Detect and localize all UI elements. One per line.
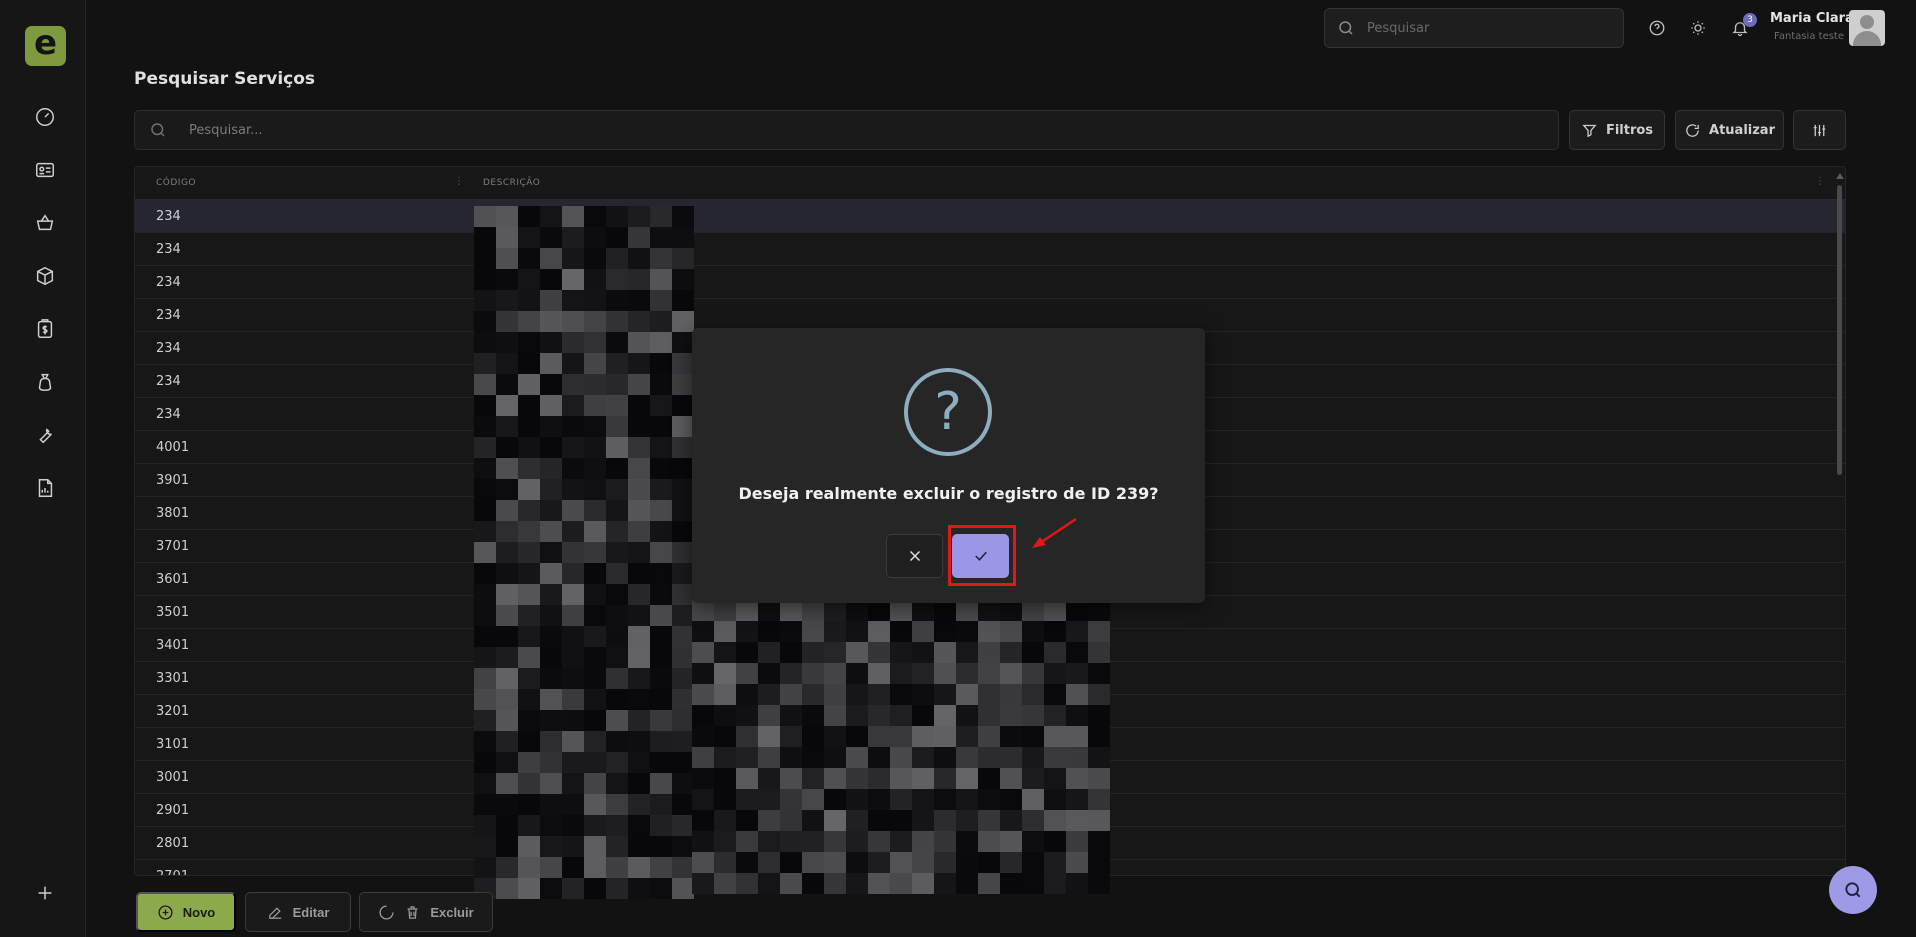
edit-button[interactable]: Editar	[245, 892, 351, 932]
avatar[interactable]	[1849, 10, 1885, 46]
logo-letter: e	[33, 23, 58, 63]
row-code: 234	[156, 407, 181, 422]
id-card-icon[interactable]	[32, 157, 58, 183]
column-resize-icon[interactable]: ⋮	[454, 176, 465, 187]
table-row[interactable]: 234	[135, 200, 1845, 233]
box-icon[interactable]	[32, 263, 58, 289]
notifications-badge: 3	[1743, 13, 1757, 27]
row-code: 234	[156, 341, 181, 356]
row-code: 3001	[156, 770, 190, 785]
trash-icon	[407, 905, 418, 919]
row-code: 3301	[156, 671, 190, 686]
user-name[interactable]: Maria Clara	[1770, 11, 1854, 26]
redacted-description-column	[474, 206, 694, 899]
row-code: 2801	[156, 836, 190, 851]
annotation-arrow-icon	[1032, 517, 1077, 548]
help-icon[interactable]	[1646, 17, 1668, 39]
loading-spinner-icon	[379, 904, 394, 920]
confirm-highlight-box	[948, 525, 1016, 586]
report-icon[interactable]	[32, 475, 58, 501]
plus-icon[interactable]	[32, 880, 58, 906]
page-title: Pesquisar Serviços	[134, 69, 316, 89]
row-code: 3401	[156, 638, 190, 653]
floating-search-button[interactable]	[1829, 866, 1877, 914]
notifications-bell-icon[interactable]: 3	[1729, 13, 1757, 39]
table-row[interactable]: 234	[135, 233, 1845, 266]
row-code: 234	[156, 374, 181, 389]
search-icon	[1845, 882, 1861, 898]
invoice-icon[interactable]	[32, 316, 58, 342]
row-code: 3801	[156, 506, 190, 521]
plus-circle-icon	[158, 904, 173, 920]
table-header: CÓDIGO ⋮ DESCRIÇÃO ⋮	[135, 167, 1845, 200]
theme-sun-icon[interactable]	[1687, 17, 1709, 39]
wrench-icon[interactable]	[32, 422, 58, 448]
dialog-message: Deseja realmente excluir o registro de I…	[738, 484, 1159, 503]
row-code: 3601	[156, 572, 190, 587]
row-code: 3201	[156, 704, 190, 719]
edit-icon	[268, 906, 281, 919]
filter-icon	[1582, 124, 1597, 137]
new-label: Novo	[182, 904, 216, 920]
refresh-label: Atualizar	[1709, 122, 1775, 138]
column-settings-button[interactable]	[1793, 110, 1846, 150]
sidebar: e	[0, 0, 86, 937]
scroll-up-icon[interactable]	[1836, 173, 1844, 179]
question-icon: ?	[904, 368, 992, 456]
filters-button[interactable]: Filtros	[1569, 110, 1665, 150]
redacted-description-block	[692, 600, 1110, 894]
row-code: 234	[156, 209, 181, 224]
refresh-icon	[1686, 123, 1699, 137]
global-search[interactable]	[1324, 8, 1624, 48]
basket-icon[interactable]	[32, 210, 58, 236]
delete-label: Excluir	[430, 904, 474, 920]
scrollbar-thumb[interactable]	[1837, 185, 1842, 475]
table-scrollbar[interactable]	[1835, 173, 1844, 873]
refresh-button[interactable]: Atualizar	[1675, 110, 1784, 150]
row-code: 3101	[156, 737, 190, 752]
row-code: 2901	[156, 803, 190, 818]
row-code: 2701	[156, 869, 189, 875]
services-search-input[interactable]	[189, 122, 1489, 138]
cancel-button[interactable]	[886, 534, 943, 578]
row-code: 4001	[156, 440, 190, 455]
delete-button[interactable]: Excluir	[359, 892, 493, 932]
user-company: Fantasia teste	[1774, 31, 1844, 42]
app-logo[interactable]: e	[25, 26, 66, 66]
dashboard-icon[interactable]	[32, 104, 58, 130]
new-button[interactable]: Novo	[136, 892, 236, 932]
row-code: 234	[156, 308, 181, 323]
column-header-code[interactable]: CÓDIGO	[156, 178, 196, 188]
services-search[interactable]	[134, 110, 1559, 150]
column-resize-icon[interactable]: ⋮	[1815, 176, 1826, 187]
row-code: 234	[156, 275, 181, 290]
column-header-description[interactable]: DESCRIÇÃO	[483, 178, 540, 188]
close-icon	[909, 550, 920, 562]
sliders-icon	[1813, 124, 1826, 136]
table-row[interactable]: 234	[135, 266, 1845, 299]
row-code: 234	[156, 242, 181, 257]
row-code: 3901	[156, 473, 190, 488]
money-bag-icon[interactable]	[32, 369, 58, 395]
search-icon	[151, 123, 165, 137]
row-code: 3501	[156, 605, 190, 620]
global-search-input[interactable]	[1367, 20, 1597, 36]
filters-label: Filtros	[1605, 122, 1654, 138]
edit-label: Editar	[292, 904, 330, 920]
search-icon	[1339, 21, 1353, 35]
row-code: 3701	[156, 539, 190, 554]
